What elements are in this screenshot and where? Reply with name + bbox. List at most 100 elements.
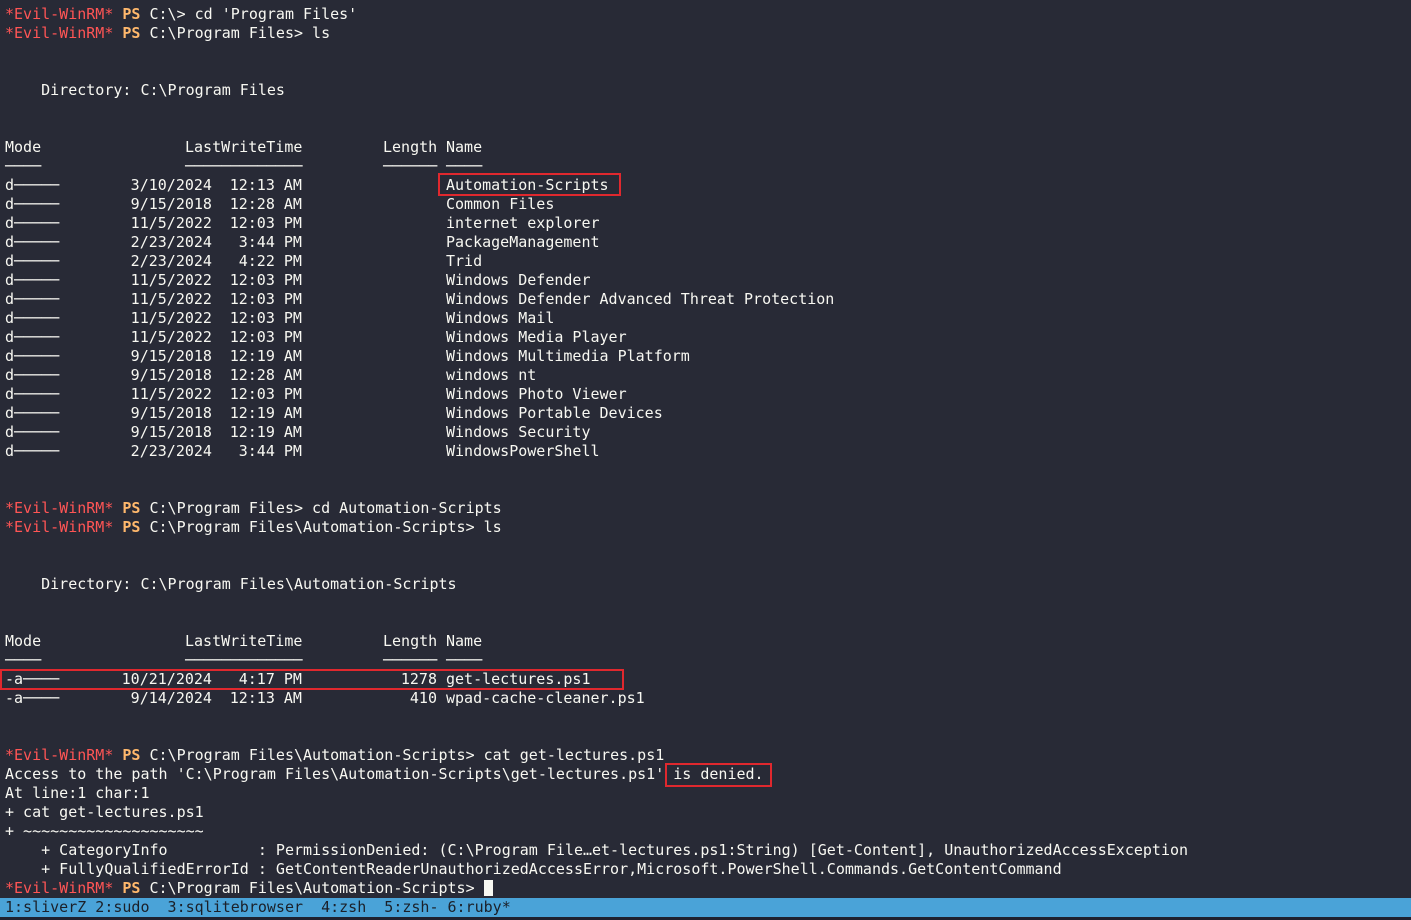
file-time: 12:03 PM	[229, 214, 302, 232]
prompt-line: *Evil-WinRM* PS C:\Program Files\Automat…	[5, 518, 502, 537]
file-mode: d─────	[5, 271, 60, 289]
tmux-window-list[interactable]: 1:sliverZ 2:sudo 3:sqlitebrowser 4:zsh 5…	[5, 898, 511, 917]
file-time: 12:03 PM	[229, 328, 302, 346]
col-underline-mode: ────	[5, 157, 42, 175]
col-header-name: Name	[446, 138, 483, 156]
prompt-shell: PS	[122, 518, 141, 536]
file-date: 9/15/2018	[130, 366, 212, 384]
file-time: 12:19 AM	[229, 404, 302, 422]
file-date: 9/14/2024	[130, 689, 212, 707]
file-name: Common Files	[446, 195, 555, 213]
error-line3: + cat get-lectures.ps1	[5, 803, 204, 821]
file-date: 11/5/2022	[130, 214, 212, 232]
file-time: 12:03 PM	[229, 309, 302, 327]
prompt-user: *Evil-WinRM*	[5, 879, 114, 897]
col-header-lastwrite: LastWriteTime	[185, 632, 303, 650]
file-name: Trid	[446, 252, 483, 270]
prompt-line: *Evil-WinRM* PS C:\Program Files> cd Aut…	[5, 499, 502, 518]
file-date: 9/15/2018	[130, 404, 212, 422]
file-time: 3:44 PM	[238, 233, 302, 251]
file-mode: -a────	[5, 689, 60, 707]
col-header-mode: Mode	[5, 138, 42, 156]
file-name: WindowsPowerShell	[446, 442, 600, 460]
error-line5: + CategoryInfo : PermissionDenied: (C:\P…	[5, 841, 1189, 859]
file-mode: d─────	[5, 423, 60, 441]
file-name: windows nt	[446, 366, 537, 384]
file-time: 12:28 AM	[229, 195, 302, 213]
file-mode: d─────	[5, 214, 60, 232]
col-underline-lastwrite: ─────────────	[185, 651, 303, 669]
file-mode: d─────	[5, 404, 60, 422]
file-mode: d─────	[5, 309, 60, 327]
file-time: 12:03 PM	[229, 271, 302, 289]
terminal-cursor	[483, 880, 493, 896]
file-name: Windows Mail	[446, 309, 555, 327]
file-time: 4:22 PM	[238, 252, 302, 270]
col-underline-length: ──────	[383, 157, 438, 175]
prompt-line: *Evil-WinRM* PS C:\Program Files\Automat…	[5, 879, 493, 898]
prompt-line: *Evil-WinRM* PS C:\> cd 'Program Files'	[5, 5, 357, 24]
file-name: Windows Security	[446, 423, 591, 441]
file-name: Windows Photo Viewer	[446, 385, 627, 403]
file-mode: d─────	[5, 328, 60, 346]
terminal-window[interactable]: *Evil-WinRM* PS C:\> cd 'Program Files' *…	[0, 0, 1411, 898]
file-name: Windows Defender Advanced Threat Protect…	[446, 290, 835, 308]
file-name: internet explorer	[446, 214, 600, 232]
directory-heading: Directory: C:\Program Files	[5, 81, 285, 99]
prompt-shell: PS	[122, 24, 141, 42]
file-mode: d─────	[5, 442, 60, 460]
file-mode: d─────	[5, 385, 60, 403]
file-date: 11/5/2022	[130, 309, 212, 327]
file-date: 9/15/2018	[130, 347, 212, 365]
error-line1: Access to the path 'C:\Program Files\Aut…	[5, 765, 764, 783]
file-name: Windows Multimedia Platform	[446, 347, 690, 365]
prompt-shell: PS	[122, 879, 141, 897]
col-header-lastwrite: LastWriteTime	[185, 138, 303, 156]
file-time: 3:44 PM	[238, 442, 302, 460]
file-mode: d─────	[5, 176, 60, 194]
prompt-shell: PS	[122, 5, 141, 23]
prompt-user: *Evil-WinRM*	[5, 24, 114, 42]
file-name: wpad-cache-cleaner.ps1	[446, 689, 645, 707]
col-header-length: Length	[383, 632, 438, 650]
highlight-get-lectures-row	[0, 669, 624, 690]
command-text: C:\Program Files> cd Automation-Scripts	[149, 499, 502, 517]
prompt-user: *Evil-WinRM*	[5, 518, 114, 536]
col-header-mode: Mode	[5, 632, 42, 650]
file-time: 12:28 AM	[229, 366, 302, 384]
prompt-user: *Evil-WinRM*	[5, 746, 114, 764]
file-mode: d─────	[5, 347, 60, 365]
file-date: 9/15/2018	[130, 195, 212, 213]
command-text: C:\> cd 'Program Files'	[149, 5, 358, 23]
prompt-line: *Evil-WinRM* PS C:\Program Files> ls	[5, 24, 330, 43]
col-underline-name: ────	[446, 651, 483, 669]
highlight-automation-scripts	[438, 173, 621, 196]
error-line4: + ~~~~~~~~~~~~~~~~~~~~	[5, 822, 204, 840]
file-date: 2/23/2024	[130, 233, 212, 251]
file-length: 410	[409, 689, 437, 707]
col-underline-lastwrite: ─────────────	[185, 157, 303, 175]
file-mode: d─────	[5, 366, 60, 384]
file-date: 2/23/2024	[130, 442, 212, 460]
command-text: C:\Program Files\Automation-Scripts> cat…	[149, 746, 665, 764]
file-date: 11/5/2022	[130, 385, 212, 403]
file-mode: d─────	[5, 233, 60, 251]
file-date: 9/15/2018	[130, 423, 212, 441]
command-text: C:\Program Files\Automation-Scripts>	[149, 879, 484, 897]
file-time: 12:13 AM	[229, 689, 302, 707]
col-header-length: Length	[383, 138, 438, 156]
prompt-shell: PS	[122, 499, 141, 517]
prompt-user: *Evil-WinRM*	[5, 5, 114, 23]
file-mode: d─────	[5, 290, 60, 308]
command-text: C:\Program Files\Automation-Scripts> ls	[149, 518, 502, 536]
file-mode: d─────	[5, 195, 60, 213]
command-text: C:\Program Files> ls	[149, 24, 331, 42]
file-name: Windows Portable Devices	[446, 404, 663, 422]
file-date: 3/10/2024	[130, 176, 212, 194]
file-date: 2/23/2024	[130, 252, 212, 270]
file-date: 11/5/2022	[130, 328, 212, 346]
